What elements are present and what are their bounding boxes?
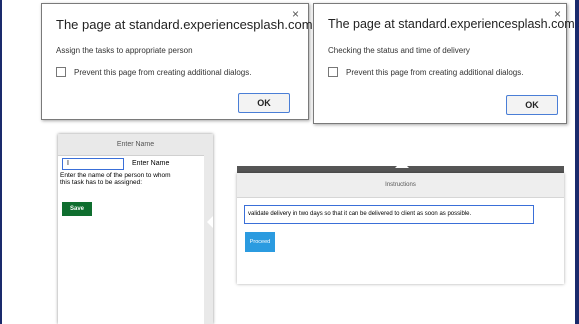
panel-pointer-notch	[207, 216, 213, 228]
name-input[interactable]: I	[62, 158, 124, 170]
caret-up-icon	[395, 161, 409, 168]
page-frame-right	[575, 0, 579, 324]
name-input-label: Enter Name	[132, 160, 170, 167]
alert-title: The page at standard.experiencesplash.co…	[56, 17, 347, 32]
enter-name-panel: Enter Name I Enter Name Enter the name o…	[58, 134, 213, 324]
prevent-dialogs-label: Prevent this page from creating addition…	[346, 67, 524, 77]
proceed-button[interactable]: Proceed	[245, 232, 275, 252]
alert-dialog-status: The page at standard.experiencesplash.co…	[313, 3, 579, 124]
prevent-dialogs-checkbox[interactable]	[56, 67, 66, 77]
alert-title: The page at standard.experiencesplash.co…	[328, 17, 579, 31]
panel-side-strip	[204, 155, 213, 324]
alert-message: Checking the status and time of delivery	[328, 46, 470, 55]
alert-message: Assign the tasks to appropriate person	[56, 46, 193, 55]
close-icon[interactable]: ×	[292, 7, 299, 21]
panel-header: Instructions	[237, 173, 564, 198]
alert-dialog-assign: The page at standard.experiencesplash.co…	[41, 3, 347, 120]
help-text: Enter the name of the person to whom thi…	[60, 172, 171, 186]
ok-button[interactable]: OK	[506, 95, 558, 115]
page-frame-left	[0, 0, 2, 324]
instructions-input[interactable]: validate delivery in two days so that it…	[244, 205, 534, 224]
prevent-dialogs-option[interactable]: Prevent this page from creating addition…	[328, 67, 523, 77]
ok-button[interactable]: OK	[238, 93, 290, 113]
save-button[interactable]: Save	[62, 202, 92, 216]
close-icon[interactable]: ×	[554, 7, 561, 21]
prevent-dialogs-checkbox[interactable]	[328, 67, 338, 77]
prevent-dialogs-option[interactable]: Prevent this page from creating addition…	[56, 67, 251, 77]
instructions-panel: Instructions validate delivery in two da…	[237, 173, 564, 284]
panel-header: Enter Name	[58, 134, 213, 156]
prevent-dialogs-label: Prevent this page from creating addition…	[74, 67, 252, 77]
